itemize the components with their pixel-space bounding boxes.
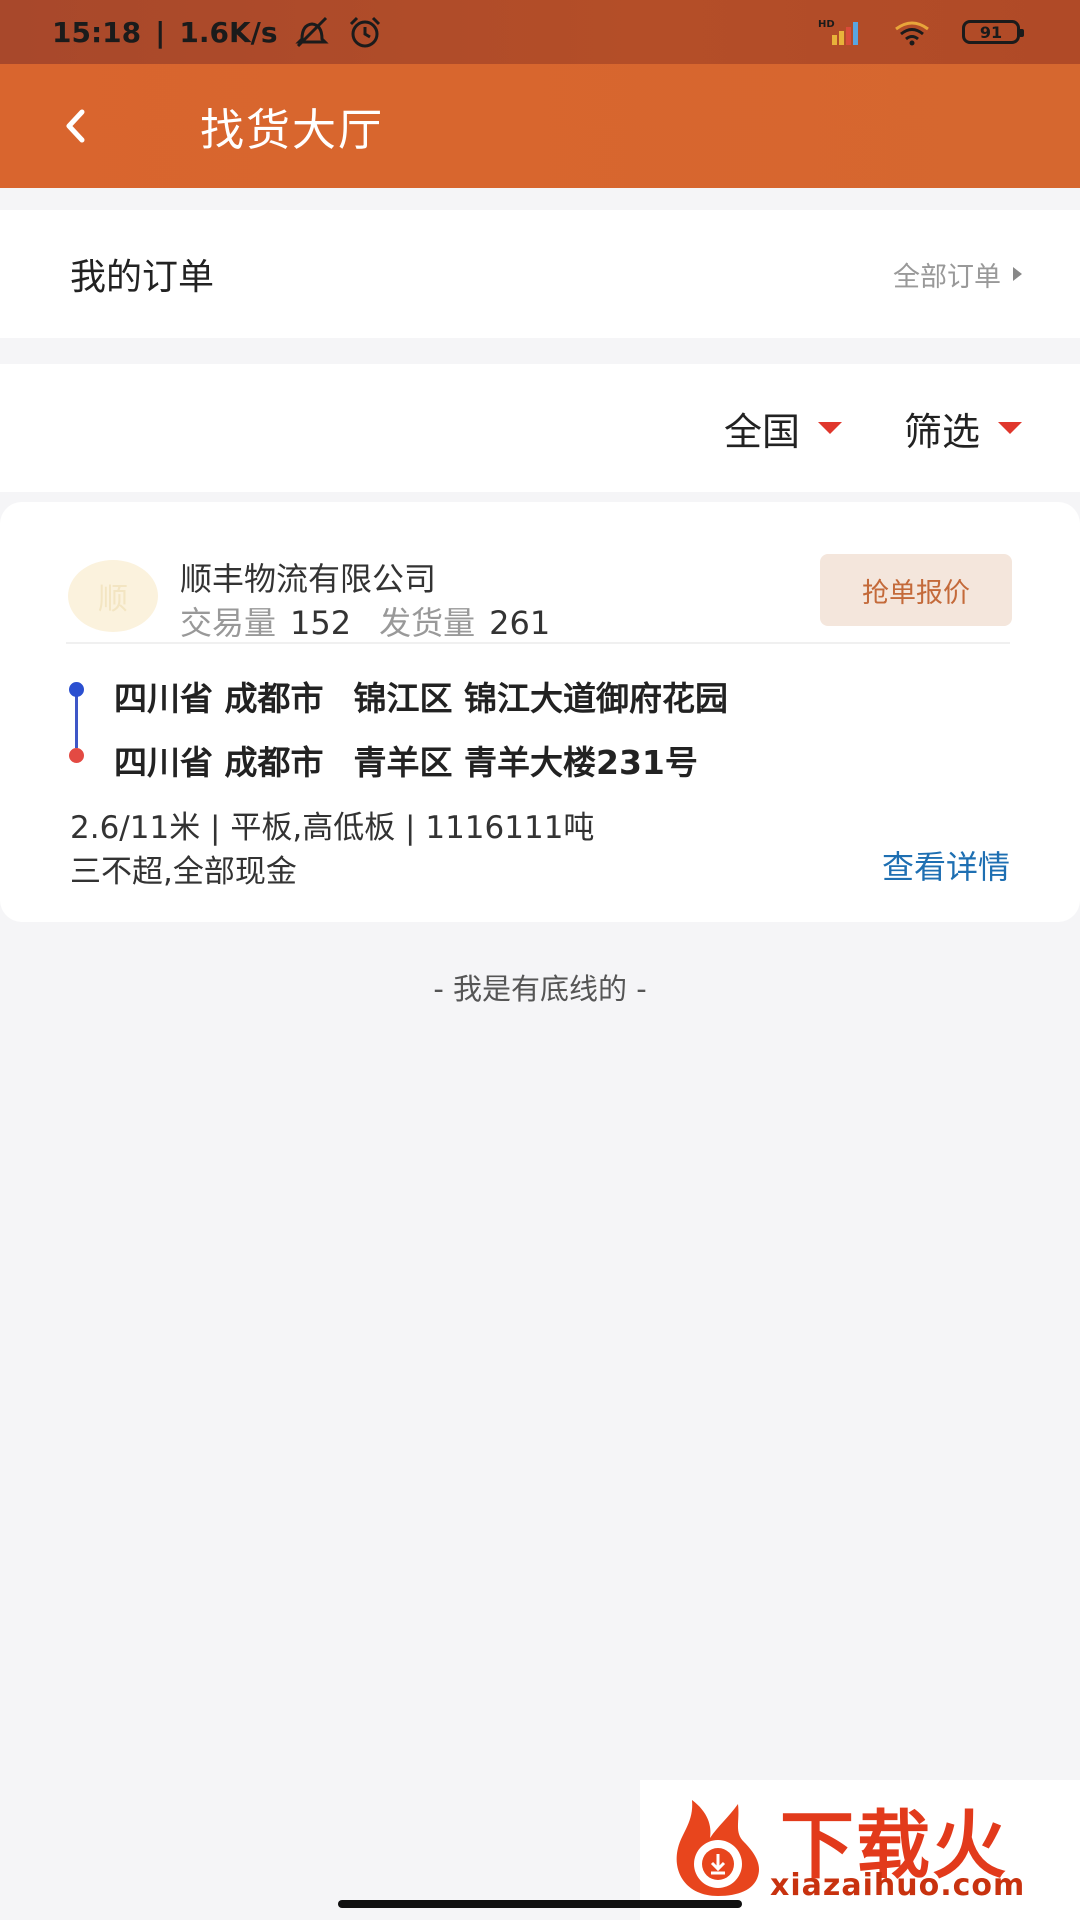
caret-right-icon — [1013, 267, 1022, 281]
chevron-left-icon — [66, 109, 85, 143]
cargo-spec: 2.6/11米 | 平板,高低板 | 1116111吨 — [70, 810, 595, 846]
view-details-link[interactable]: 查看详情 — [882, 842, 1010, 888]
route: 四川省 成都市 锦江区 锦江大道御府花园 四川省 成都市 青羊区 青羊大楼231号 — [68, 672, 1012, 802]
caret-down-icon — [817, 422, 842, 434]
company-row: 顺 顺丰物流有限公司 交易量 152 发货量 261 抢单报价 — [68, 554, 1012, 646]
back-button[interactable] — [16, 64, 136, 188]
filter-bar: 全国 筛选 — [0, 364, 1080, 492]
watermark: 下载火 xiazaihuo.com — [640, 1780, 1080, 1920]
ship-volume-label: 发货量 — [379, 604, 476, 642]
destination-dot-icon — [69, 748, 84, 763]
trade-volume-label: 交易量 — [180, 604, 277, 642]
ship-volume: 发货量 261 — [379, 598, 550, 644]
app-header: 找货大厅 — [0, 64, 1080, 188]
company-name: 顺丰物流有限公司 — [180, 560, 437, 598]
order-card[interactable]: 顺 顺丰物流有限公司 交易量 152 发货量 261 抢单报价 四川省 成都市 锦江区… — [0, 502, 1080, 922]
flame-logo-icon — [676, 1800, 760, 1896]
region-dropdown[interactable]: 全国 — [724, 401, 842, 456]
my-orders-title: 我的订单 — [70, 257, 215, 298]
svg-text:HD: HD — [818, 19, 835, 30]
status-network-speed: 1.6K/s — [179, 15, 278, 49]
filter-label: 筛选 — [903, 409, 980, 454]
status-right: HD 91 — [818, 17, 1024, 47]
status-separator: | — [155, 15, 166, 49]
destination-detail: 青羊区 青羊大楼231号 — [353, 743, 698, 782]
trade-volume: 交易量 152 — [180, 598, 351, 644]
payment-terms: 三不超,全部现金 — [70, 854, 297, 890]
page-title: 找货大厅 — [200, 105, 384, 156]
battery-icon: 91 — [962, 20, 1024, 44]
hd-signal-icon: HD — [818, 17, 862, 47]
status-left: 15:18 | 1.6K/s — [52, 15, 384, 49]
origin-detail: 锦江区 锦江大道御府花园 — [353, 679, 729, 718]
origin-dot-icon — [69, 682, 84, 697]
mute-icon — [292, 15, 332, 49]
status-bar: 15:18 | 1.6K/s HD 91 — [0, 0, 1080, 64]
destination-province-city: 四川省 成都市 — [114, 743, 324, 782]
avatar-text: 顺 — [98, 582, 128, 617]
end-of-list-note: - 我是有底线的 - — [433, 972, 647, 1006]
card-divider — [66, 642, 1010, 644]
wifi-icon — [892, 17, 932, 47]
all-orders-link[interactable]: 全部订单 — [893, 255, 1022, 294]
company-stats: 交易量 152 发货量 261 — [180, 598, 550, 644]
caret-down-icon — [998, 422, 1022, 434]
filter-dropdown[interactable]: 筛选 — [904, 401, 1022, 456]
origin-address: 四川省 成都市 锦江区 锦江大道御府花园 — [114, 672, 728, 720]
alarm-icon — [346, 15, 384, 49]
status-time: 15:18 — [52, 15, 142, 49]
page: 15:18 | 1.6K/s HD 91 找货大厅 我的订单 全部订单 全国 筛… — [0, 0, 1080, 1920]
all-orders-label: 全部订单 — [893, 261, 1001, 293]
trade-volume-value: 152 — [290, 604, 352, 642]
ship-volume-value: 261 — [489, 604, 551, 642]
avatar: 顺 — [68, 560, 158, 632]
grab-order-quote-button[interactable]: 抢单报价 — [820, 554, 1012, 626]
home-indicator[interactable] — [338, 1900, 742, 1908]
battery-level: 91 — [979, 22, 1003, 42]
watermark-url: xiazaihuo.com — [770, 1868, 1026, 1903]
region-label: 全国 — [723, 409, 800, 454]
my-orders-row[interactable]: 我的订单 全部订单 — [0, 210, 1080, 338]
destination-address: 四川省 成都市 青羊区 青羊大楼231号 — [114, 736, 698, 784]
route-line — [75, 690, 78, 748]
origin-province-city: 四川省 成都市 — [114, 679, 324, 718]
